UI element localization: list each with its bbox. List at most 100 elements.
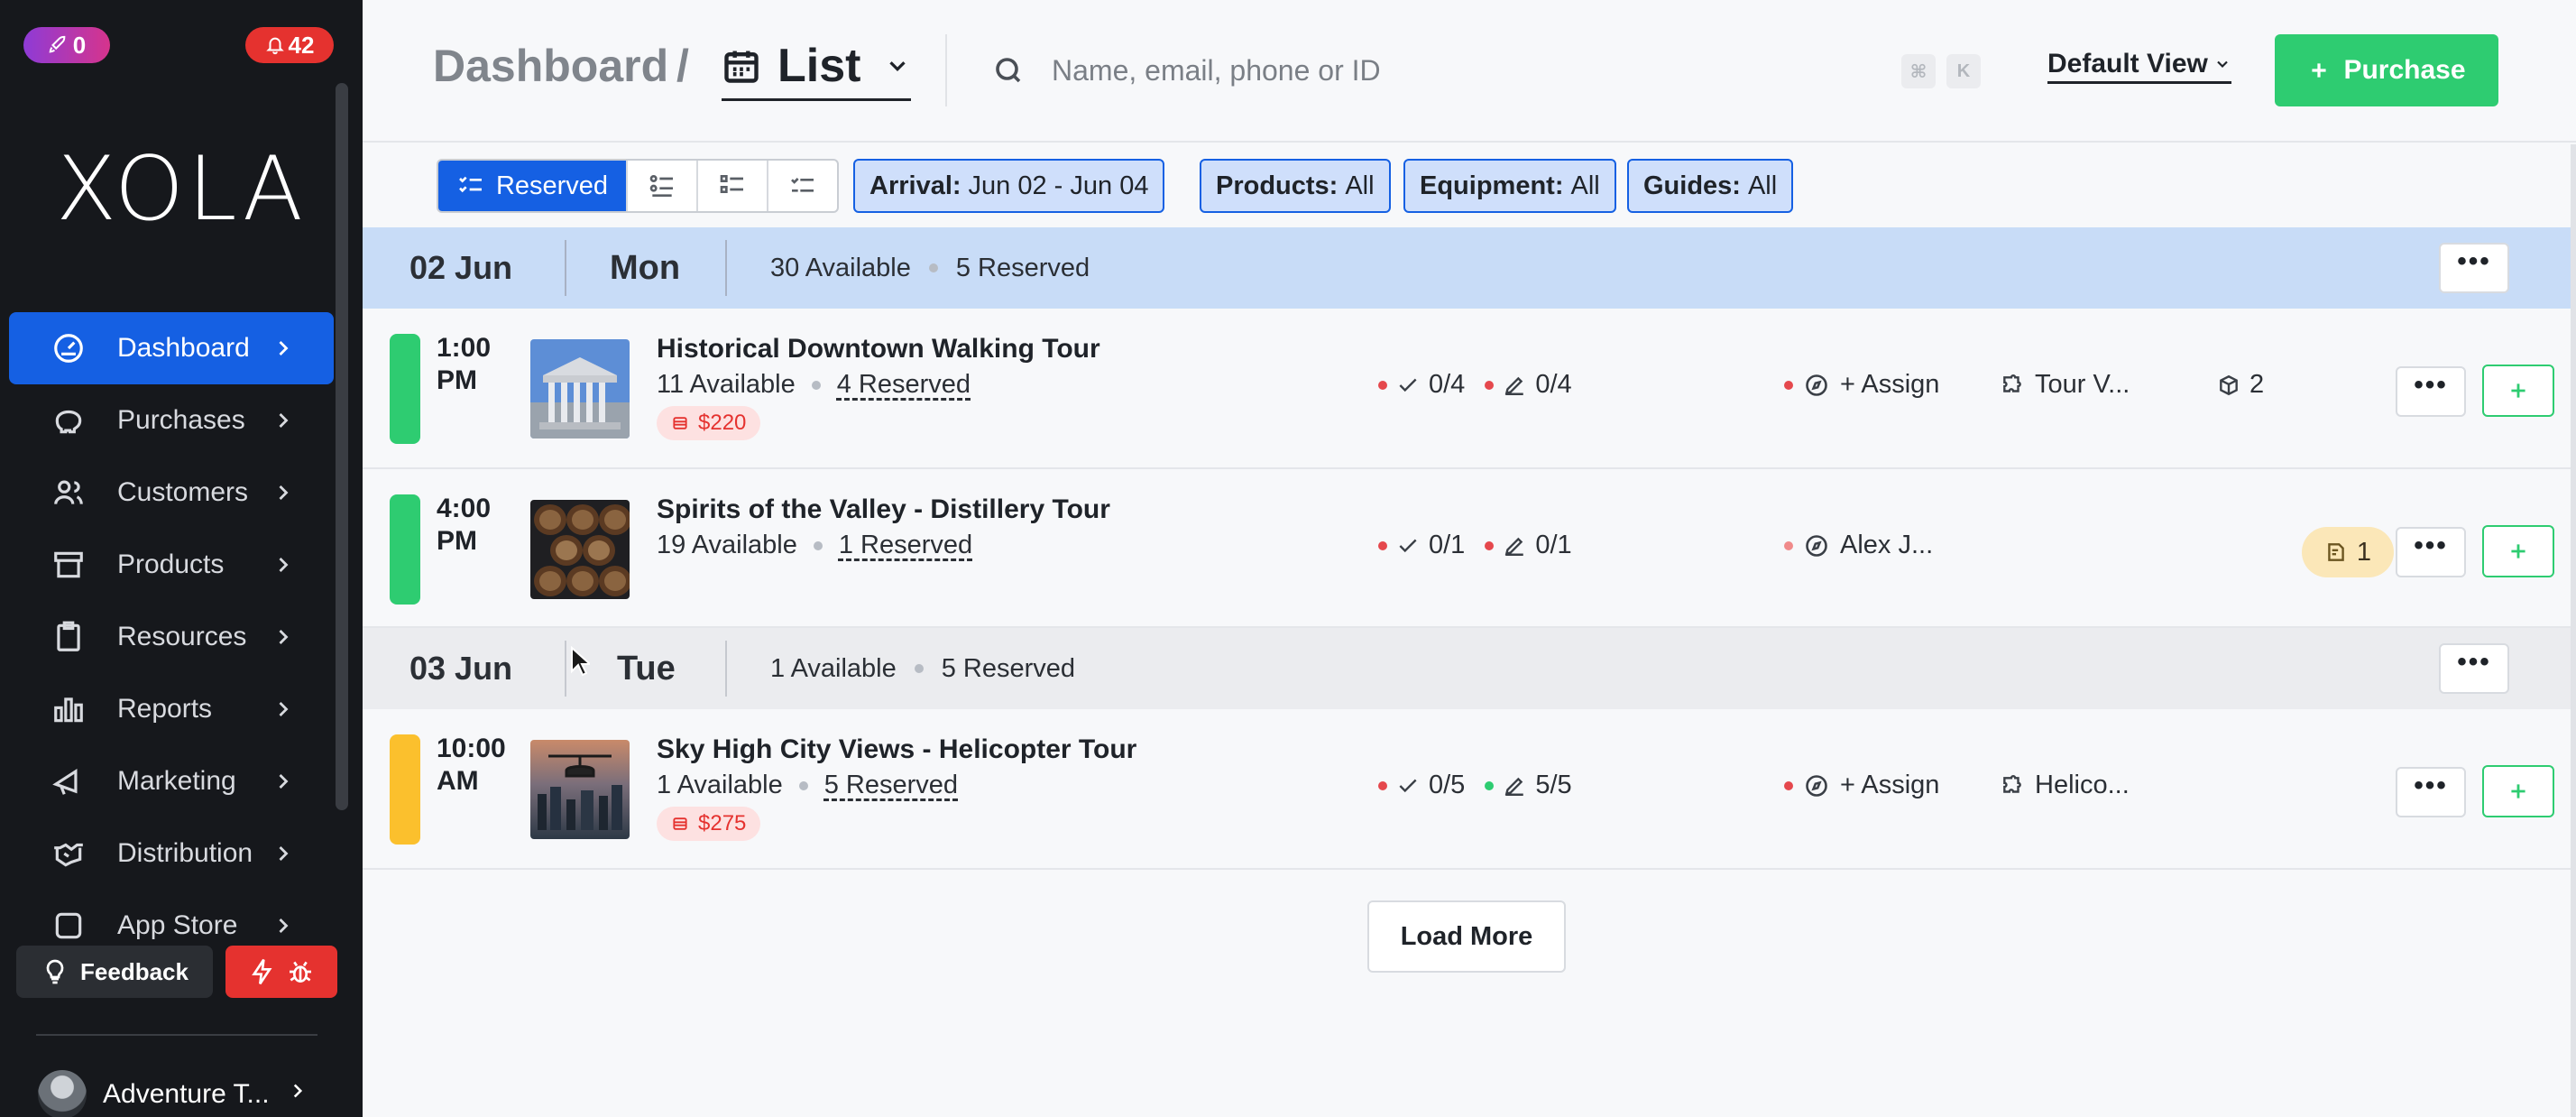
search-bar: ⌘ K	[983, 36, 1993, 105]
list-squares-icon	[720, 175, 743, 193]
sidebar-item-distribution[interactable]: Distribution	[9, 817, 334, 890]
checkin-metric[interactable]: 0/5	[1378, 771, 1465, 800]
day-of-week: Tue	[617, 649, 676, 688]
day-available: 30 Available	[770, 253, 911, 282]
sidebar-item-reports[interactable]: Reports	[9, 673, 334, 745]
products-filter-chip[interactable]: Products: All	[1200, 159, 1391, 213]
notifications-badge[interactable]: 42	[245, 27, 334, 63]
filter-reserved-button[interactable]: Reserved	[438, 161, 626, 211]
event-row[interactable]: 10:00 AM Sky High City Views - Helicopte…	[363, 709, 2576, 870]
event-more-button[interactable]: •••	[2396, 767, 2466, 817]
guide-assign[interactable]: + Assign	[1784, 370, 1939, 400]
pencil-icon	[1505, 537, 1524, 556]
day-more-button[interactable]: •••	[2439, 643, 2509, 694]
load-more-button[interactable]: Load More	[1367, 900, 1566, 973]
credits-badge[interactable]: 0	[23, 27, 110, 63]
event-reserved-link[interactable]: 4 Reserved	[837, 370, 971, 400]
event-reserved-link[interactable]: 1 Reserved	[839, 531, 972, 560]
waiver-count: 0/4	[1535, 370, 1572, 399]
bar-chart-icon	[51, 691, 87, 727]
sidebar-item-label: Dashboard	[117, 333, 250, 363]
chevron-right-icon	[271, 336, 296, 361]
event-reserved-link[interactable]: 5 Reserved	[824, 771, 958, 800]
checkin-count: 0/5	[1429, 771, 1466, 799]
equipment-label: Tour V...	[2035, 370, 2130, 399]
sidebar-item-purchases[interactable]: Purchases	[9, 384, 334, 457]
event-thumbnail[interactable]	[530, 500, 630, 599]
sidebar-item-marketing[interactable]: Marketing	[9, 745, 334, 817]
chip-key: Products:	[1216, 171, 1339, 200]
checkin-metric[interactable]: 0/1	[1378, 531, 1465, 560]
arrival-filter-chip[interactable]: Arrival: Jun 02 - Jun 04	[853, 159, 1165, 213]
status-bar	[390, 494, 420, 605]
sidebar-item-customers[interactable]: Customers	[9, 457, 334, 529]
add-booking-button[interactable]	[2482, 765, 2554, 817]
sidebar-item-products[interactable]: Products	[9, 529, 334, 601]
waiver-count: 5/5	[1535, 771, 1572, 799]
waiver-metric[interactable]: 0/1	[1485, 531, 1572, 560]
sidebar: 0 42 XOLA Dashboard Purchases Customers …	[0, 0, 363, 1117]
event-thumbnail[interactable]	[530, 740, 630, 839]
credits-count: 0	[72, 31, 87, 59]
checkin-metric[interactable]: 0/4	[1378, 370, 1465, 400]
event-more-button[interactable]: •••	[2396, 366, 2466, 417]
more-dots: •••	[2457, 246, 2491, 276]
event-capacity: 1 Available 5 Reserved	[657, 771, 958, 800]
chip-key: Equipment:	[1420, 171, 1564, 200]
sidebar-item-resources[interactable]: Resources	[9, 601, 334, 673]
equipment-info[interactable]: Helico...	[2001, 771, 2130, 800]
account-switcher[interactable]: Adventure T...	[38, 1070, 309, 1117]
compass-icon	[1806, 534, 1827, 557]
waiver-metric[interactable]: 5/5	[1485, 771, 1572, 800]
checkin-count: 0/1	[1429, 531, 1466, 559]
filter-option-2-button[interactable]	[626, 161, 696, 211]
equipment-info[interactable]: Tour V...	[2001, 370, 2130, 400]
filter-option-4-button[interactable]	[767, 161, 837, 211]
event-row[interactable]: 1:00 PM Historical Downtown Walking Tour…	[363, 309, 2576, 469]
breadcrumb-dashboard[interactable]: Dashboard	[433, 40, 668, 92]
event-time: 10:00 AM	[437, 734, 506, 796]
puzzle-icon	[2003, 774, 2021, 793]
event-title[interactable]: Sky High City Views - Helicopter Tour	[657, 734, 1136, 765]
xola-logo[interactable]: XOLA	[56, 144, 303, 235]
guide-assign[interactable]: Alex J...	[1784, 531, 1933, 560]
report-bug-button[interactable]	[225, 946, 337, 998]
more-dots: •••	[2457, 647, 2491, 677]
event-title[interactable]: Spirits of the Valley - Distillery Tour	[657, 494, 1110, 525]
pencil-icon	[1505, 376, 1524, 395]
filter-option-3-button[interactable]	[696, 161, 767, 211]
notes-badge[interactable]: 1	[2302, 527, 2394, 577]
day-more-button[interactable]: •••	[2439, 243, 2509, 293]
event-title[interactable]: Historical Downtown Walking Tour	[657, 334, 1100, 365]
guides-filter-chip[interactable]: Guides: All	[1627, 159, 1794, 213]
feedback-button[interactable]: Feedback	[16, 946, 213, 998]
event-thumbnail[interactable]	[530, 339, 630, 438]
add-booking-button[interactable]	[2482, 365, 2554, 417]
event-metrics: 0/5 5/5	[1378, 771, 1592, 800]
boxes-info[interactable]: 2	[2217, 370, 2264, 400]
status-dot	[1378, 380, 1387, 390]
dot-separator	[811, 380, 821, 390]
shortcut-cmd-key: ⌘	[1901, 54, 1936, 88]
waiver-metric[interactable]: 0/4	[1485, 370, 1572, 400]
purchase-button[interactable]: Purchase	[2275, 34, 2498, 106]
feedback-label: Feedback	[80, 957, 189, 985]
clipboard-icon	[51, 619, 87, 655]
sidebar-item-dashboard[interactable]: Dashboard	[9, 312, 334, 384]
sidebar-scrollbar[interactable]	[336, 83, 348, 810]
users-icon	[51, 475, 87, 511]
page-scrollbar[interactable]	[2571, 144, 2576, 1117]
event-row[interactable]: 4:00 PM Spirits of the Valley - Distille…	[363, 469, 2576, 628]
sidebar-item-label: App Store	[117, 910, 238, 940]
event-time: 1:00 PM	[437, 333, 492, 395]
default-view-dropdown[interactable]: Default View	[2047, 49, 2231, 84]
event-capacity: 19 Available 1 Reserved	[657, 531, 972, 560]
guide-assign[interactable]: + Assign	[1784, 771, 1939, 800]
event-more-button[interactable]: •••	[2396, 527, 2466, 577]
rocket-icon	[49, 35, 66, 53]
search-input[interactable]	[1052, 53, 1863, 88]
equipment-filter-chip[interactable]: Equipment: All	[1403, 159, 1616, 213]
view-switcher[interactable]: List	[722, 36, 912, 101]
add-booking-button[interactable]	[2482, 525, 2554, 577]
event-time: 4:00 PM	[437, 494, 492, 556]
